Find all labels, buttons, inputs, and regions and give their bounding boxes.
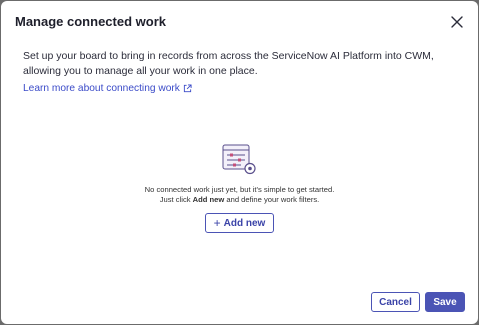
empty-state-instruction: Just click Add new and define your work … [159,195,320,204]
filter-settings-icon [222,144,256,175]
learn-more-link[interactable]: Learn more about connecting work [23,83,192,94]
plus-icon: + [213,216,221,230]
manage-connected-work-dialog: Manage connected work Set up your board … [1,1,478,324]
add-new-button[interactable]: + Add new [205,213,274,233]
close-icon [451,16,463,28]
save-button[interactable]: Save [425,292,465,312]
empty-state-message: No connected work just yet, but it's sim… [144,185,335,194]
external-link-icon [183,84,192,93]
learn-more-label: Learn more about connecting work [23,83,180,94]
dialog-description: Set up your board to bring in records fr… [23,50,434,77]
add-new-label: Add new [223,217,266,229]
cancel-button[interactable]: Cancel [371,292,420,312]
dialog-title: Manage connected work [15,14,166,29]
close-button[interactable] [447,12,467,32]
